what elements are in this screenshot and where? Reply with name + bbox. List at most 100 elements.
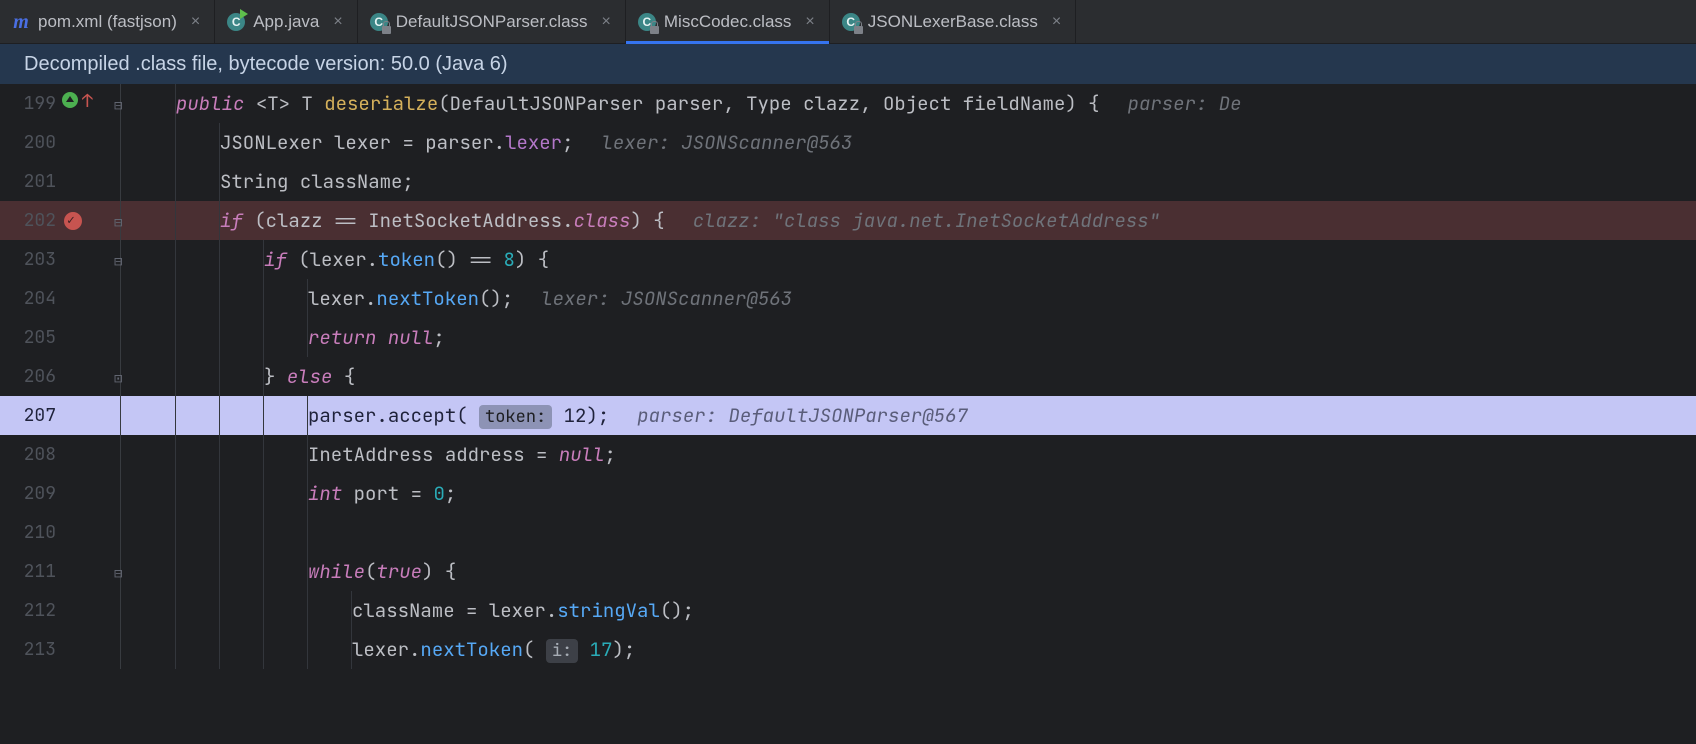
inline-hint: lexer: JSONScanner@563 <box>513 286 792 311</box>
maven-icon: m <box>12 13 30 31</box>
gutter[interactable] <box>60 318 114 357</box>
up-arrow-icon[interactable]: ↑ <box>82 90 93 113</box>
code-text: } else { <box>264 364 355 389</box>
line-number: 209 <box>0 482 60 505</box>
inline-hint: parser: De <box>1100 91 1242 116</box>
code-line[interactable]: 209 int port = 0; <box>0 474 1696 513</box>
fold-column[interactable] <box>114 318 132 357</box>
tab-misc-codec[interactable]: C MiscCodec.class × <box>626 0 830 43</box>
fold-column[interactable] <box>114 591 132 630</box>
banner-text: Decompiled .class file, bytecode version… <box>24 53 508 76</box>
gutter[interactable] <box>60 123 114 162</box>
tab-label: App.java <box>253 12 319 32</box>
tab-json-lexer-base[interactable]: C JSONLexerBase.class × <box>830 0 1076 43</box>
code-line[interactable]: 213 lexer.nextToken( i: 17); <box>0 630 1696 669</box>
fold-icon[interactable]: ⊟ <box>114 97 128 111</box>
fold-column[interactable]: ⊟ <box>114 84 132 123</box>
gutter[interactable] <box>60 630 114 669</box>
gutter[interactable] <box>60 591 114 630</box>
fold-column[interactable] <box>114 123 132 162</box>
tab-label: MiscCodec.class <box>664 12 792 32</box>
fold-column[interactable]: ⊟ <box>114 201 132 240</box>
code-text: JSONLexer lexer = parser.lexer; <box>220 130 573 155</box>
fold-column[interactable] <box>114 279 132 318</box>
code-line[interactable]: 212 className = lexer.stringVal(); <box>0 591 1696 630</box>
code-text: parser.accept( token: 12); <box>308 403 609 428</box>
code-text: return null; <box>308 325 445 350</box>
line-number: 201 <box>0 170 60 193</box>
fold-icon[interactable]: ⊟ <box>114 253 128 267</box>
class-lock-icon: C <box>842 13 860 31</box>
close-icon[interactable]: × <box>602 13 611 31</box>
code-text: lexer.nextToken( i: 17); <box>352 637 635 662</box>
tab-app-java[interactable]: C App.java × <box>215 0 358 43</box>
gutter[interactable] <box>60 552 114 591</box>
fold-icon[interactable]: ⊟ <box>114 565 128 579</box>
code-line[interactable]: 210 <box>0 513 1696 552</box>
fold-column[interactable]: ⊡ <box>114 357 132 396</box>
tab-label: JSONLexerBase.class <box>868 12 1038 32</box>
inline-hint: clazz: "class java.net.InetSocketAddress… <box>665 208 1160 233</box>
gutter[interactable] <box>60 357 114 396</box>
breakpoint-icon[interactable] <box>64 212 82 230</box>
gutter[interactable] <box>60 513 114 552</box>
code-text: if (lexer.token() == 8) { <box>264 247 549 272</box>
gutter[interactable] <box>60 435 114 474</box>
param-hint-chip: token: <box>479 405 552 429</box>
code-line[interactable]: 199 ↑ ⊟ public <T> T deserialze(DefaultJ… <box>0 84 1696 123</box>
fold-icon[interactable]: ⊡ <box>114 370 128 384</box>
gutter[interactable] <box>60 279 114 318</box>
line-number: 213 <box>0 638 60 661</box>
param-hint-chip: i: <box>546 639 578 663</box>
fold-icon[interactable]: ⊟ <box>114 214 128 228</box>
code-line[interactable]: 208 InetAddress address = null; <box>0 435 1696 474</box>
gutter[interactable]: ↑ <box>60 84 114 123</box>
fold-column[interactable] <box>114 474 132 513</box>
close-icon[interactable]: × <box>805 13 814 31</box>
line-number: 199 <box>0 92 60 115</box>
close-icon[interactable]: × <box>1052 13 1061 31</box>
fold-column[interactable] <box>114 435 132 474</box>
fold-column[interactable]: ⊟ <box>114 552 132 591</box>
gutter[interactable] <box>60 474 114 513</box>
code-line[interactable]: 204 lexer.nextToken(); lexer: JSONScanne… <box>0 279 1696 318</box>
line-number: 207 <box>0 404 60 427</box>
code-line-breakpoint[interactable]: 202 ⊟ if (clazz == InetSocketAddress.cla… <box>0 201 1696 240</box>
decompiled-banner: Decompiled .class file, bytecode version… <box>0 44 1696 84</box>
code-text: int port = 0; <box>308 481 456 506</box>
class-lock-icon: C <box>638 13 656 31</box>
tab-default-json-parser[interactable]: C DefaultJSONParser.class × <box>358 0 626 43</box>
code-editor[interactable]: 199 ↑ ⊟ public <T> T deserialze(DefaultJ… <box>0 84 1696 744</box>
class-lock-icon: C <box>370 13 388 31</box>
fold-column[interactable] <box>114 513 132 552</box>
line-number: 202 <box>0 209 60 232</box>
line-number: 204 <box>0 287 60 310</box>
fold-column[interactable] <box>114 396 132 435</box>
override-icon[interactable] <box>62 92 78 108</box>
inline-hint: lexer: JSONScanner@563 <box>573 130 852 155</box>
code-line[interactable]: 203 ⊟ if (lexer.token() == 8) { <box>0 240 1696 279</box>
code-line-current[interactable]: 207 parser.accept( token: 12); parser: D… <box>0 396 1696 435</box>
line-number: 203 <box>0 248 60 271</box>
gutter[interactable] <box>60 240 114 279</box>
line-number: 200 <box>0 131 60 154</box>
line-number: 210 <box>0 521 60 544</box>
close-icon[interactable]: × <box>191 13 200 31</box>
gutter[interactable] <box>60 201 114 240</box>
code-line[interactable]: 206 ⊡ } else { <box>0 357 1696 396</box>
editor-tabs: m pom.xml (fastjson) × C App.java × C De… <box>0 0 1696 44</box>
gutter[interactable] <box>60 396 114 435</box>
code-line[interactable]: 211 ⊟ while(true) { <box>0 552 1696 591</box>
tab-label: DefaultJSONParser.class <box>396 12 588 32</box>
gutter[interactable] <box>60 162 114 201</box>
close-icon[interactable]: × <box>333 13 342 31</box>
tab-pom-xml[interactable]: m pom.xml (fastjson) × <box>0 0 215 43</box>
code-line[interactable]: 205 return null; <box>0 318 1696 357</box>
fold-column[interactable] <box>114 630 132 669</box>
code-text: InetAddress address = null; <box>308 442 616 467</box>
fold-column[interactable] <box>114 162 132 201</box>
code-line[interactable]: 201 String className; <box>0 162 1696 201</box>
inline-hint: parser: DefaultJSONParser@567 <box>609 403 968 428</box>
code-line[interactable]: 200 JSONLexer lexer = parser.lexer; lexe… <box>0 123 1696 162</box>
fold-column[interactable]: ⊟ <box>114 240 132 279</box>
